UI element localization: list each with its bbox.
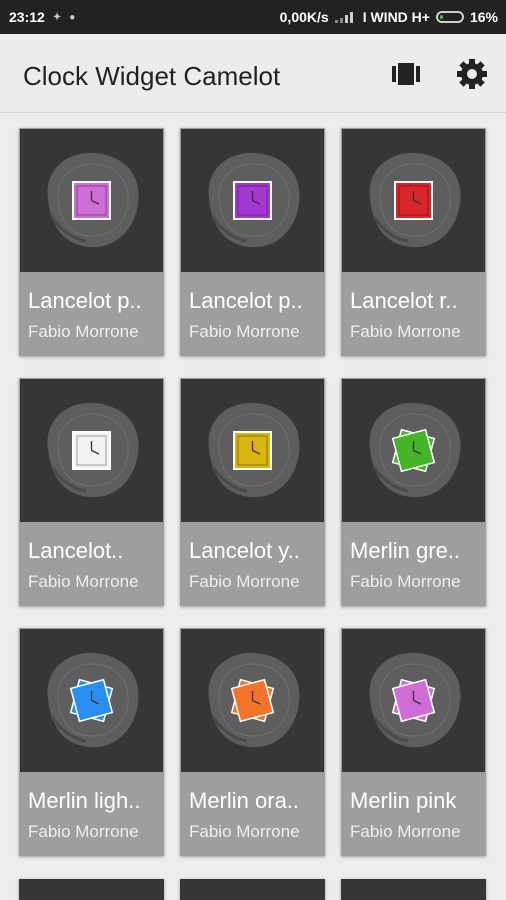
battery-percent: 16% [469, 9, 498, 25]
carrier-name: I WIND H+ [362, 9, 430, 25]
widget-preview-image [181, 629, 324, 772]
widget-name: Lancelot r.. [350, 288, 458, 313]
widget-author: Fabio Morrone [189, 822, 300, 841]
widget-preview-image [342, 629, 485, 772]
widget-grid: Lancelot p.. Fabio Morrone Lancelot p.. Fa… [19, 128, 489, 856]
widget-card[interactable]: Lancelot y.. Fabio Morrone [180, 378, 325, 606]
widget-name: Merlin gre.. [350, 538, 461, 563]
widget-card[interactable]: Lancelot p.. Fabio Morrone [180, 128, 325, 356]
widget-author: Fabio Morrone [28, 572, 139, 591]
widget-card[interactable]: Merlin pink Fabio Morrone [341, 628, 486, 856]
widget-card[interactable]: Merlin ligh.. Fabio Morrone [19, 628, 164, 856]
widget-card-partial[interactable] [19, 879, 164, 900]
widget-author: Fabio Morrone [350, 572, 461, 591]
widget-preview-image [20, 379, 163, 522]
widget-name: Merlin pink [350, 788, 457, 813]
widget-card[interactable]: Merlin ora.. Fabio Morrone [180, 628, 325, 856]
widget-card[interactable]: Lancelot p.. Fabio Morrone [19, 128, 164, 356]
widget-preview-image [342, 379, 485, 522]
widget-author: Fabio Morrone [28, 322, 139, 341]
widget-author: Fabio Morrone [350, 322, 461, 341]
widget-name: Merlin ligh.. [28, 788, 141, 813]
widget-name: Lancelot p.. [189, 288, 303, 313]
widget-preview-image [181, 129, 324, 272]
status-time: 23:12 [9, 9, 45, 25]
widget-card[interactable]: Lancelot r.. Fabio Morrone [341, 128, 486, 356]
widget-card[interactable]: Merlin gre.. Fabio Morrone [341, 378, 486, 606]
page-title: Clock Widget Camelot [23, 61, 281, 91]
widget-author: Fabio Morrone [189, 572, 300, 591]
app-bar: Clock Widget Camelot [0, 34, 506, 113]
widget-preview-image [342, 129, 485, 272]
notification-icon: ✦ [52, 11, 62, 23]
widget-card-partial[interactable] [180, 879, 325, 900]
status-bar: 23:12 ✦ ● 0,00K/s I WIND H+ 16% [0, 0, 506, 34]
widget-name: Lancelot.. [28, 538, 124, 563]
gear-icon[interactable] [456, 58, 488, 90]
widget-name: Merlin ora.. [189, 788, 300, 813]
battery-icon [435, 11, 464, 23]
widget-preview-image [20, 129, 163, 272]
sync-icon: ● [69, 11, 76, 23]
widget-author: Fabio Morrone [189, 322, 300, 341]
widget-name: Lancelot p.. [28, 288, 142, 313]
widget-card-partial[interactable] [341, 879, 486, 900]
network-speed: 0,00K/s [279, 9, 329, 25]
widget-preview-image [20, 629, 163, 772]
widget-card[interactable]: Lancelot.. Fabio Morrone [19, 378, 164, 606]
widget-name: Lancelot y.. [189, 538, 300, 563]
widget-author: Fabio Morrone [350, 822, 461, 841]
widget-preview-image [181, 379, 324, 522]
widget-author: Fabio Morrone [28, 822, 139, 841]
signal-strength-icon [334, 11, 357, 23]
view-carousel-icon[interactable] [392, 63, 420, 85]
